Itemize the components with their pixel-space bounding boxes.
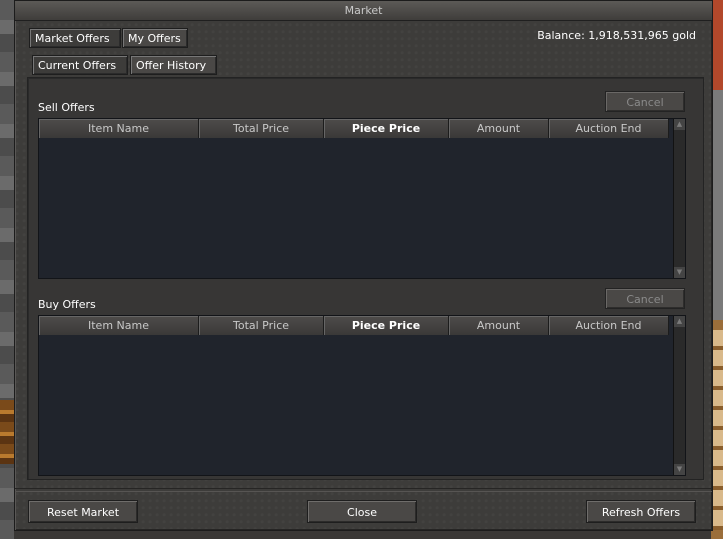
column-auction-end[interactable]: Auction End xyxy=(549,119,669,138)
balance-text: Balance: 1,918,531,965 gold xyxy=(537,29,696,42)
buy-table-header: Item Name Total Price Piece Price Amount… xyxy=(39,316,685,335)
footer-separator xyxy=(15,488,712,492)
refresh-offers-button[interactable]: Refresh Offers xyxy=(586,500,696,523)
scroll-down-icon[interactable]: ▼ xyxy=(674,267,685,278)
scroll-up-icon[interactable]: ▲ xyxy=(674,119,685,130)
sell-cancel-button[interactable]: Cancel xyxy=(605,91,685,112)
sell-offers-title: Sell Offers xyxy=(38,101,95,114)
scroll-down-icon[interactable]: ▼ xyxy=(674,464,685,475)
sell-table-header: Item Name Total Price Piece Price Amount… xyxy=(39,119,685,138)
scroll-up-icon[interactable]: ▲ xyxy=(674,316,685,327)
tab-market-offers[interactable]: Market Offers xyxy=(29,28,121,48)
reset-market-button[interactable]: Reset Market xyxy=(28,500,138,523)
window-title: Market xyxy=(15,1,712,21)
buy-table-scrollbar[interactable]: ▲ ▼ xyxy=(673,316,685,475)
column-total-price[interactable]: Total Price xyxy=(199,316,324,335)
column-item-name[interactable]: Item Name xyxy=(39,119,199,138)
tab-my-offers[interactable]: My Offers xyxy=(122,28,188,48)
column-piece-price[interactable]: Piece Price xyxy=(324,119,449,138)
buy-cancel-button[interactable]: Cancel xyxy=(605,288,685,309)
column-piece-price[interactable]: Piece Price xyxy=(324,316,449,335)
column-auction-end[interactable]: Auction End xyxy=(549,316,669,335)
column-item-name[interactable]: Item Name xyxy=(39,316,199,335)
market-window: Market Market Offers My Offers Balance: … xyxy=(14,0,713,531)
column-amount[interactable]: Amount xyxy=(449,119,549,138)
offers-panel: Sell Offers Cancel Item Name Total Price… xyxy=(27,77,704,480)
buy-offers-title: Buy Offers xyxy=(38,298,96,311)
background-scenery-left xyxy=(0,0,14,539)
column-amount[interactable]: Amount xyxy=(449,316,549,335)
buy-offers-table: Item Name Total Price Piece Price Amount… xyxy=(38,315,686,476)
tab-offer-history[interactable]: Offer History xyxy=(130,55,217,75)
background-wood xyxy=(0,400,14,464)
tab-current-offers[interactable]: Current Offers xyxy=(32,55,128,75)
column-total-price[interactable]: Total Price xyxy=(199,119,324,138)
sell-offers-table: Item Name Total Price Piece Price Amount… xyxy=(38,118,686,279)
sell-table-scrollbar[interactable]: ▲ ▼ xyxy=(673,119,685,278)
close-button[interactable]: Close xyxy=(307,500,417,523)
